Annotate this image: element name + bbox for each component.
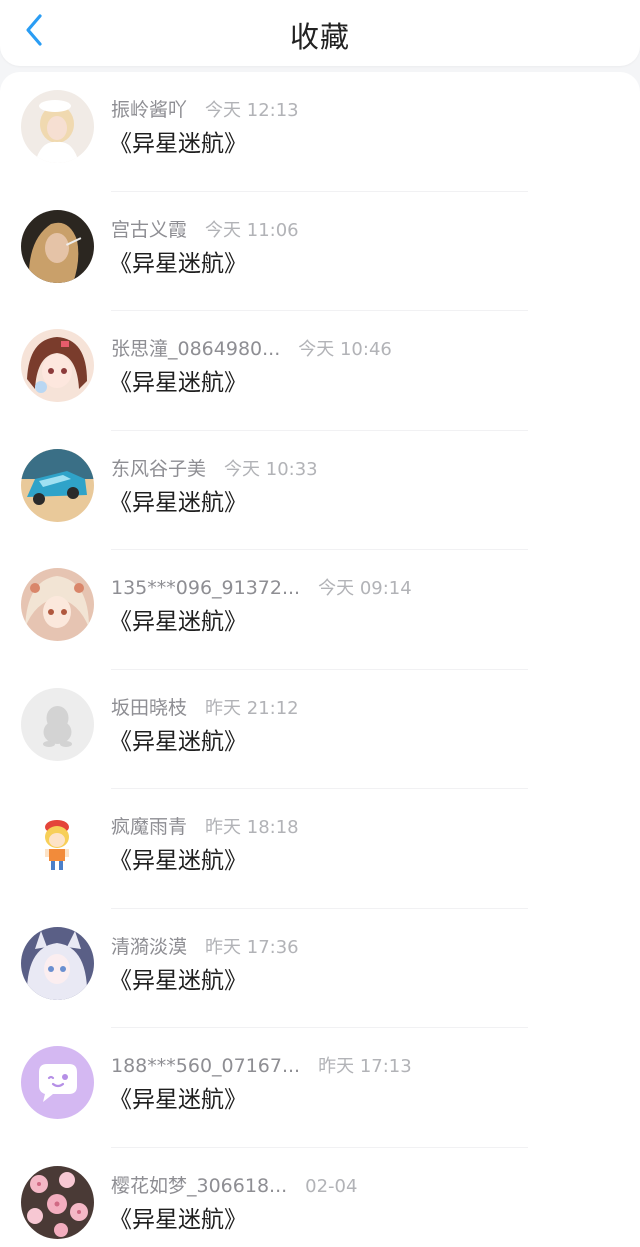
username[interactable]: 疯魔雨青	[111, 816, 187, 838]
username[interactable]: 张思潼_0864980...	[111, 338, 280, 360]
timestamp: 02-04	[305, 1175, 358, 1197]
list-item[interactable]: 疯魔雨青 昨天 18:18 《异星迷航》	[0, 789, 640, 909]
item-meta: 坂田晓枝 昨天 21:12	[111, 695, 299, 722]
favorites-list: 振岭酱吖 今天 12:13 《异星迷航》 宫古义霞 今天 11:06 《异星迷航》	[0, 72, 640, 1247]
anime-avatar[interactable]	[21, 568, 94, 641]
list-item[interactable]: 清漪淡漠 昨天 17:36 《异星迷航》	[0, 909, 640, 1028]
list-item[interactable]: 东风谷子美 今天 10:33 《异星迷航》	[0, 431, 640, 550]
photo-avatar[interactable]	[21, 90, 94, 163]
book-title[interactable]: 《异星迷航》	[109, 249, 247, 279]
list-item[interactable]: 135***096_91372... 今天 09:14 《异星迷航》	[0, 550, 640, 670]
item-meta: 振岭酱吖 今天 12:13	[111, 97, 299, 124]
default-penguin-avatar[interactable]	[21, 687, 94, 761]
timestamp: 昨天 17:36	[205, 936, 299, 958]
item-meta: 张思潼_0864980... 今天 10:46	[111, 336, 392, 363]
list-item[interactable]: 188***560_07167... 昨天 17:13 《异星迷航》	[0, 1028, 640, 1148]
list-item[interactable]: 振岭酱吖 今天 12:13 《异星迷航》	[0, 72, 640, 192]
list-item[interactable]: 宫古义霞 今天 11:06 《异星迷航》	[0, 192, 640, 311]
username[interactable]: 樱花如梦_306618...	[111, 1175, 287, 1197]
timestamp: 今天 11:06	[205, 219, 299, 241]
username[interactable]: 坂田晓枝	[111, 697, 187, 719]
item-meta: 疯魔雨青 昨天 18:18	[111, 814, 299, 841]
chat-bubble-avatar[interactable]	[21, 1046, 94, 1119]
username[interactable]: 清漪淡漠	[111, 936, 187, 958]
timestamp: 昨天 17:13	[318, 1056, 412, 1077]
anime-avatar[interactable]	[21, 926, 94, 1000]
book-title[interactable]: 《异星迷航》	[109, 966, 247, 996]
item-meta: 清漪淡漠 昨天 17:36	[111, 934, 299, 961]
photo-avatar[interactable]	[21, 209, 94, 283]
username[interactable]: 东风谷子美	[111, 458, 206, 480]
toy-car-avatar[interactable]	[21, 448, 94, 522]
book-title[interactable]: 《异星迷航》	[109, 1205, 247, 1235]
item-meta: 135***096_91372... 今天 09:14	[111, 575, 412, 602]
list-item[interactable]: 樱花如梦_306618... 02-04 《异星迷航》	[0, 1148, 640, 1247]
book-title[interactable]: 《异星迷航》	[109, 129, 247, 159]
item-meta: 宫古义霞 今天 11:06	[111, 217, 299, 244]
book-title[interactable]: 《异星迷航》	[109, 846, 247, 876]
book-title[interactable]: 《异星迷航》	[109, 607, 247, 637]
username[interactable]: 宫古义霞	[111, 219, 187, 241]
header-bar: 收藏	[0, 0, 640, 66]
username[interactable]: 135***096_91372...	[111, 577, 300, 599]
username[interactable]: 188***560_07167...	[111, 1055, 300, 1077]
cherry-blossom-avatar[interactable]	[21, 1165, 94, 1239]
item-meta: 188***560_07167... 昨天 17:13	[111, 1053, 412, 1080]
book-title[interactable]: 《异星迷航》	[109, 727, 247, 757]
cartoon-avatar[interactable]	[21, 807, 94, 880]
timestamp: 今天 10:33	[224, 458, 318, 480]
anime-avatar[interactable]	[21, 329, 94, 402]
page-title: 收藏	[289, 20, 350, 54]
timestamp: 今天 09:14	[318, 578, 412, 599]
book-title[interactable]: 《异星迷航》	[109, 368, 247, 398]
book-title[interactable]: 《异星迷航》	[109, 488, 247, 518]
username[interactable]: 振岭酱吖	[111, 99, 187, 121]
book-title[interactable]: 《异星迷航》	[109, 1085, 247, 1115]
timestamp: 今天 10:46	[298, 339, 392, 360]
timestamp: 昨天 21:12	[205, 697, 299, 719]
item-meta: 樱花如梦_306618... 02-04	[111, 1173, 357, 1200]
list-item[interactable]: 张思潼_0864980... 今天 10:46 《异星迷航》	[0, 311, 640, 431]
timestamp: 昨天 18:18	[205, 817, 299, 838]
item-meta: 东风谷子美 今天 10:33	[111, 456, 318, 483]
timestamp: 今天 12:13	[205, 100, 299, 121]
favorites-screen: 收藏 振岭酱吖 今天 12:13 《异星迷航》 宫古义霞 今天 11:06 《异…	[0, 0, 640, 1247]
list-item[interactable]: 坂田晓枝 昨天 21:12 《异星迷航》	[0, 670, 640, 789]
